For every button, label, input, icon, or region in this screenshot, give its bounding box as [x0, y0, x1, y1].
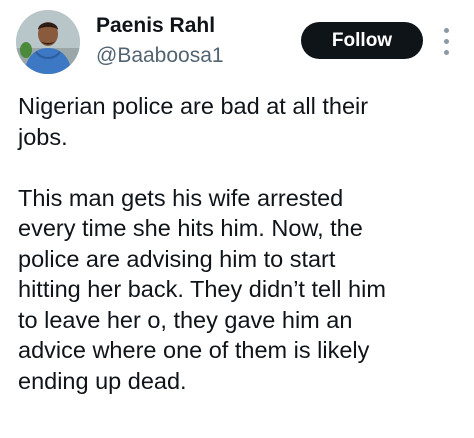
person-photo-icon: [16, 10, 80, 74]
tweet-line: every time she hits him. Now, the: [18, 215, 363, 241]
tweet-card: Paenis Rahl @Baaboosa1 Follow Nigerian p…: [0, 0, 474, 438]
author-avatar[interactable]: [16, 10, 80, 74]
more-dot: [444, 50, 449, 55]
more-dot: [444, 39, 449, 44]
tweet-paragraph: Nigerian police are bad at all their job…: [18, 91, 458, 152]
tweet-text: Nigerian police are bad at all their job…: [18, 91, 458, 396]
more-options-icon[interactable]: [440, 26, 452, 58]
more-dot: [444, 28, 449, 33]
tweet-line: This man gets his wife arrested: [18, 184, 344, 211]
tweet-paragraph: This man gets his wife arrested every ti…: [18, 183, 458, 397]
tweet-line: ending up dead.: [18, 367, 187, 394]
tweet-line: advice where one of them is likely: [18, 337, 370, 363]
author-name[interactable]: Paenis Rahl: [96, 13, 215, 39]
tweet-line: police are advising him to start: [18, 245, 336, 272]
tweet-line: hitting her back. They didn’t tell him: [18, 276, 386, 302]
follow-button[interactable]: Follow: [301, 22, 423, 59]
tweet-line: to leave her o, they gave him an: [18, 306, 353, 333]
tweet-line: jobs.: [18, 123, 68, 150]
tweet-line: Nigerian police are bad at all their: [18, 93, 369, 119]
author-handle[interactable]: @Baaboosa1: [96, 43, 224, 69]
